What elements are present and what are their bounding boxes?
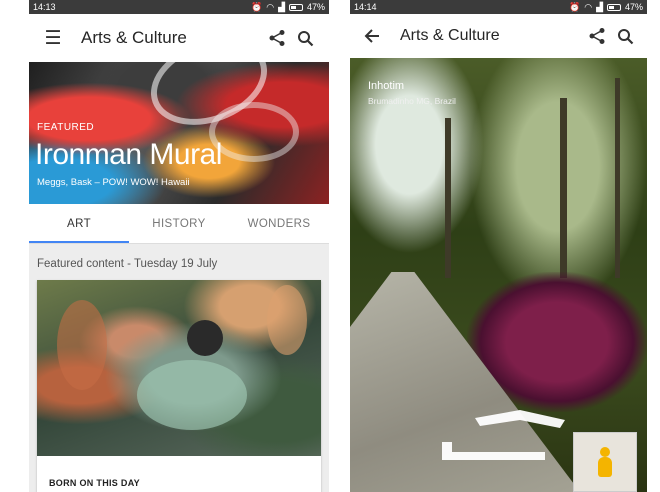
place-location: Brumadinho MG, Brazil [368, 96, 456, 106]
status-icons: ⏰ ◠ ▟ 47% [251, 2, 325, 13]
status-bar: 14:14 ⏰ ◠ ▟ 47% [350, 0, 647, 14]
app-bar: Arts & Culture [350, 14, 647, 58]
status-bar: 14:13 ⏰ ◠ ▟ 47% [29, 0, 329, 14]
tree-trunk [615, 78, 620, 278]
featured-hero-banner[interactable]: FEATURED Ironman Mural Meggs, Bask – POW… [29, 62, 329, 204]
tutu-shape [137, 360, 247, 430]
search-icon[interactable] [611, 22, 639, 50]
section-heading: Featured content - Tuesday 19 July [37, 258, 218, 270]
battery-icon [606, 3, 621, 11]
search-icon[interactable] [291, 24, 319, 52]
hero-subtitle: Meggs, Bask – POW! WOW! Hawaii [37, 177, 190, 188]
mural-swirl [209, 102, 299, 162]
menu-icon[interactable]: ☰ [39, 24, 67, 52]
screen-arts-culture-home: 14:13 ⏰ ◠ ▟ 47% ☰ Arts & Culture FEATURE… [29, 0, 329, 492]
minimap-pegman[interactable] [573, 432, 637, 492]
tree-trunk [560, 98, 567, 278]
place-name: Inhotim [368, 80, 405, 92]
street-view-panorama[interactable]: Inhotim Brumadinho MG, Brazil [350, 58, 647, 492]
featured-card[interactable]: BORN ON THIS DAY [37, 280, 321, 492]
status-icons: ⏰ ◠ ▟ 47% [569, 2, 643, 13]
card-label: BORN ON THIS DAY [49, 478, 140, 488]
degas-dancers-painting [37, 280, 321, 456]
pegman-icon[interactable] [598, 447, 612, 477]
app-bar: ☰ Arts & Culture [29, 14, 329, 62]
hero-title: Ironman Mural [35, 138, 222, 171]
signal-icon: ▟ [278, 1, 285, 12]
tree-trunk [445, 118, 451, 278]
tab-history[interactable]: HISTORY [129, 204, 229, 243]
wifi-icon: ◠ [584, 1, 593, 12]
share-icon[interactable] [583, 22, 611, 50]
tab-art[interactable]: ART [29, 204, 129, 243]
battery-percent: 47% [306, 2, 325, 12]
screen-street-view: 14:14 ⏰ ◠ ▟ 47% Arts & Culture Inhotim B… [350, 0, 647, 492]
share-icon[interactable] [263, 24, 291, 52]
dancer-figure [187, 320, 223, 356]
alarm-icon: ⏰ [568, 1, 581, 12]
app-title: Arts & Culture [81, 28, 187, 47]
featured-label: FEATURED [37, 122, 95, 133]
status-time: 14:14 [354, 2, 377, 12]
app-title: Arts & Culture [400, 27, 500, 44]
battery-percent: 47% [624, 2, 643, 12]
dancer-figure [57, 300, 107, 390]
wifi-icon: ◠ [266, 1, 275, 12]
alarm-icon: ⏰ [250, 1, 263, 12]
navigate-forward-arrow-icon[interactable] [470, 408, 570, 438]
back-arrow-icon[interactable] [358, 22, 386, 50]
battery-icon [288, 3, 303, 11]
dancer-figure [267, 285, 307, 355]
navigate-back-arrow-icon[interactable] [440, 438, 550, 466]
tab-wonders[interactable]: WONDERS [229, 204, 329, 243]
signal-icon: ▟ [596, 1, 603, 12]
category-tabs: ART HISTORY WONDERS [29, 204, 329, 244]
status-time: 14:13 [33, 2, 56, 12]
